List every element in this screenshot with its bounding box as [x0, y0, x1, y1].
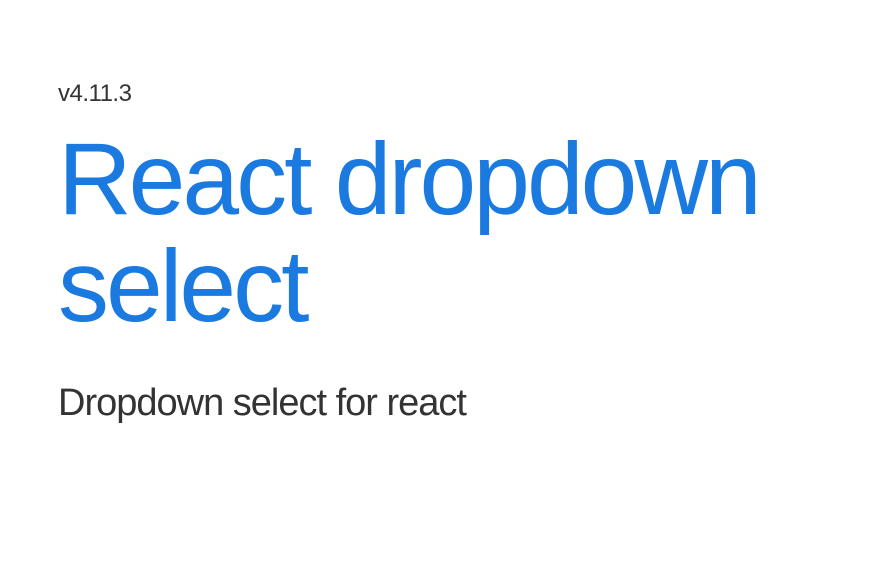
page-subtitle: Dropdown select for react: [58, 382, 895, 425]
page-title: React dropdown select: [58, 126, 895, 340]
version-label: v4.11.3: [58, 80, 895, 108]
